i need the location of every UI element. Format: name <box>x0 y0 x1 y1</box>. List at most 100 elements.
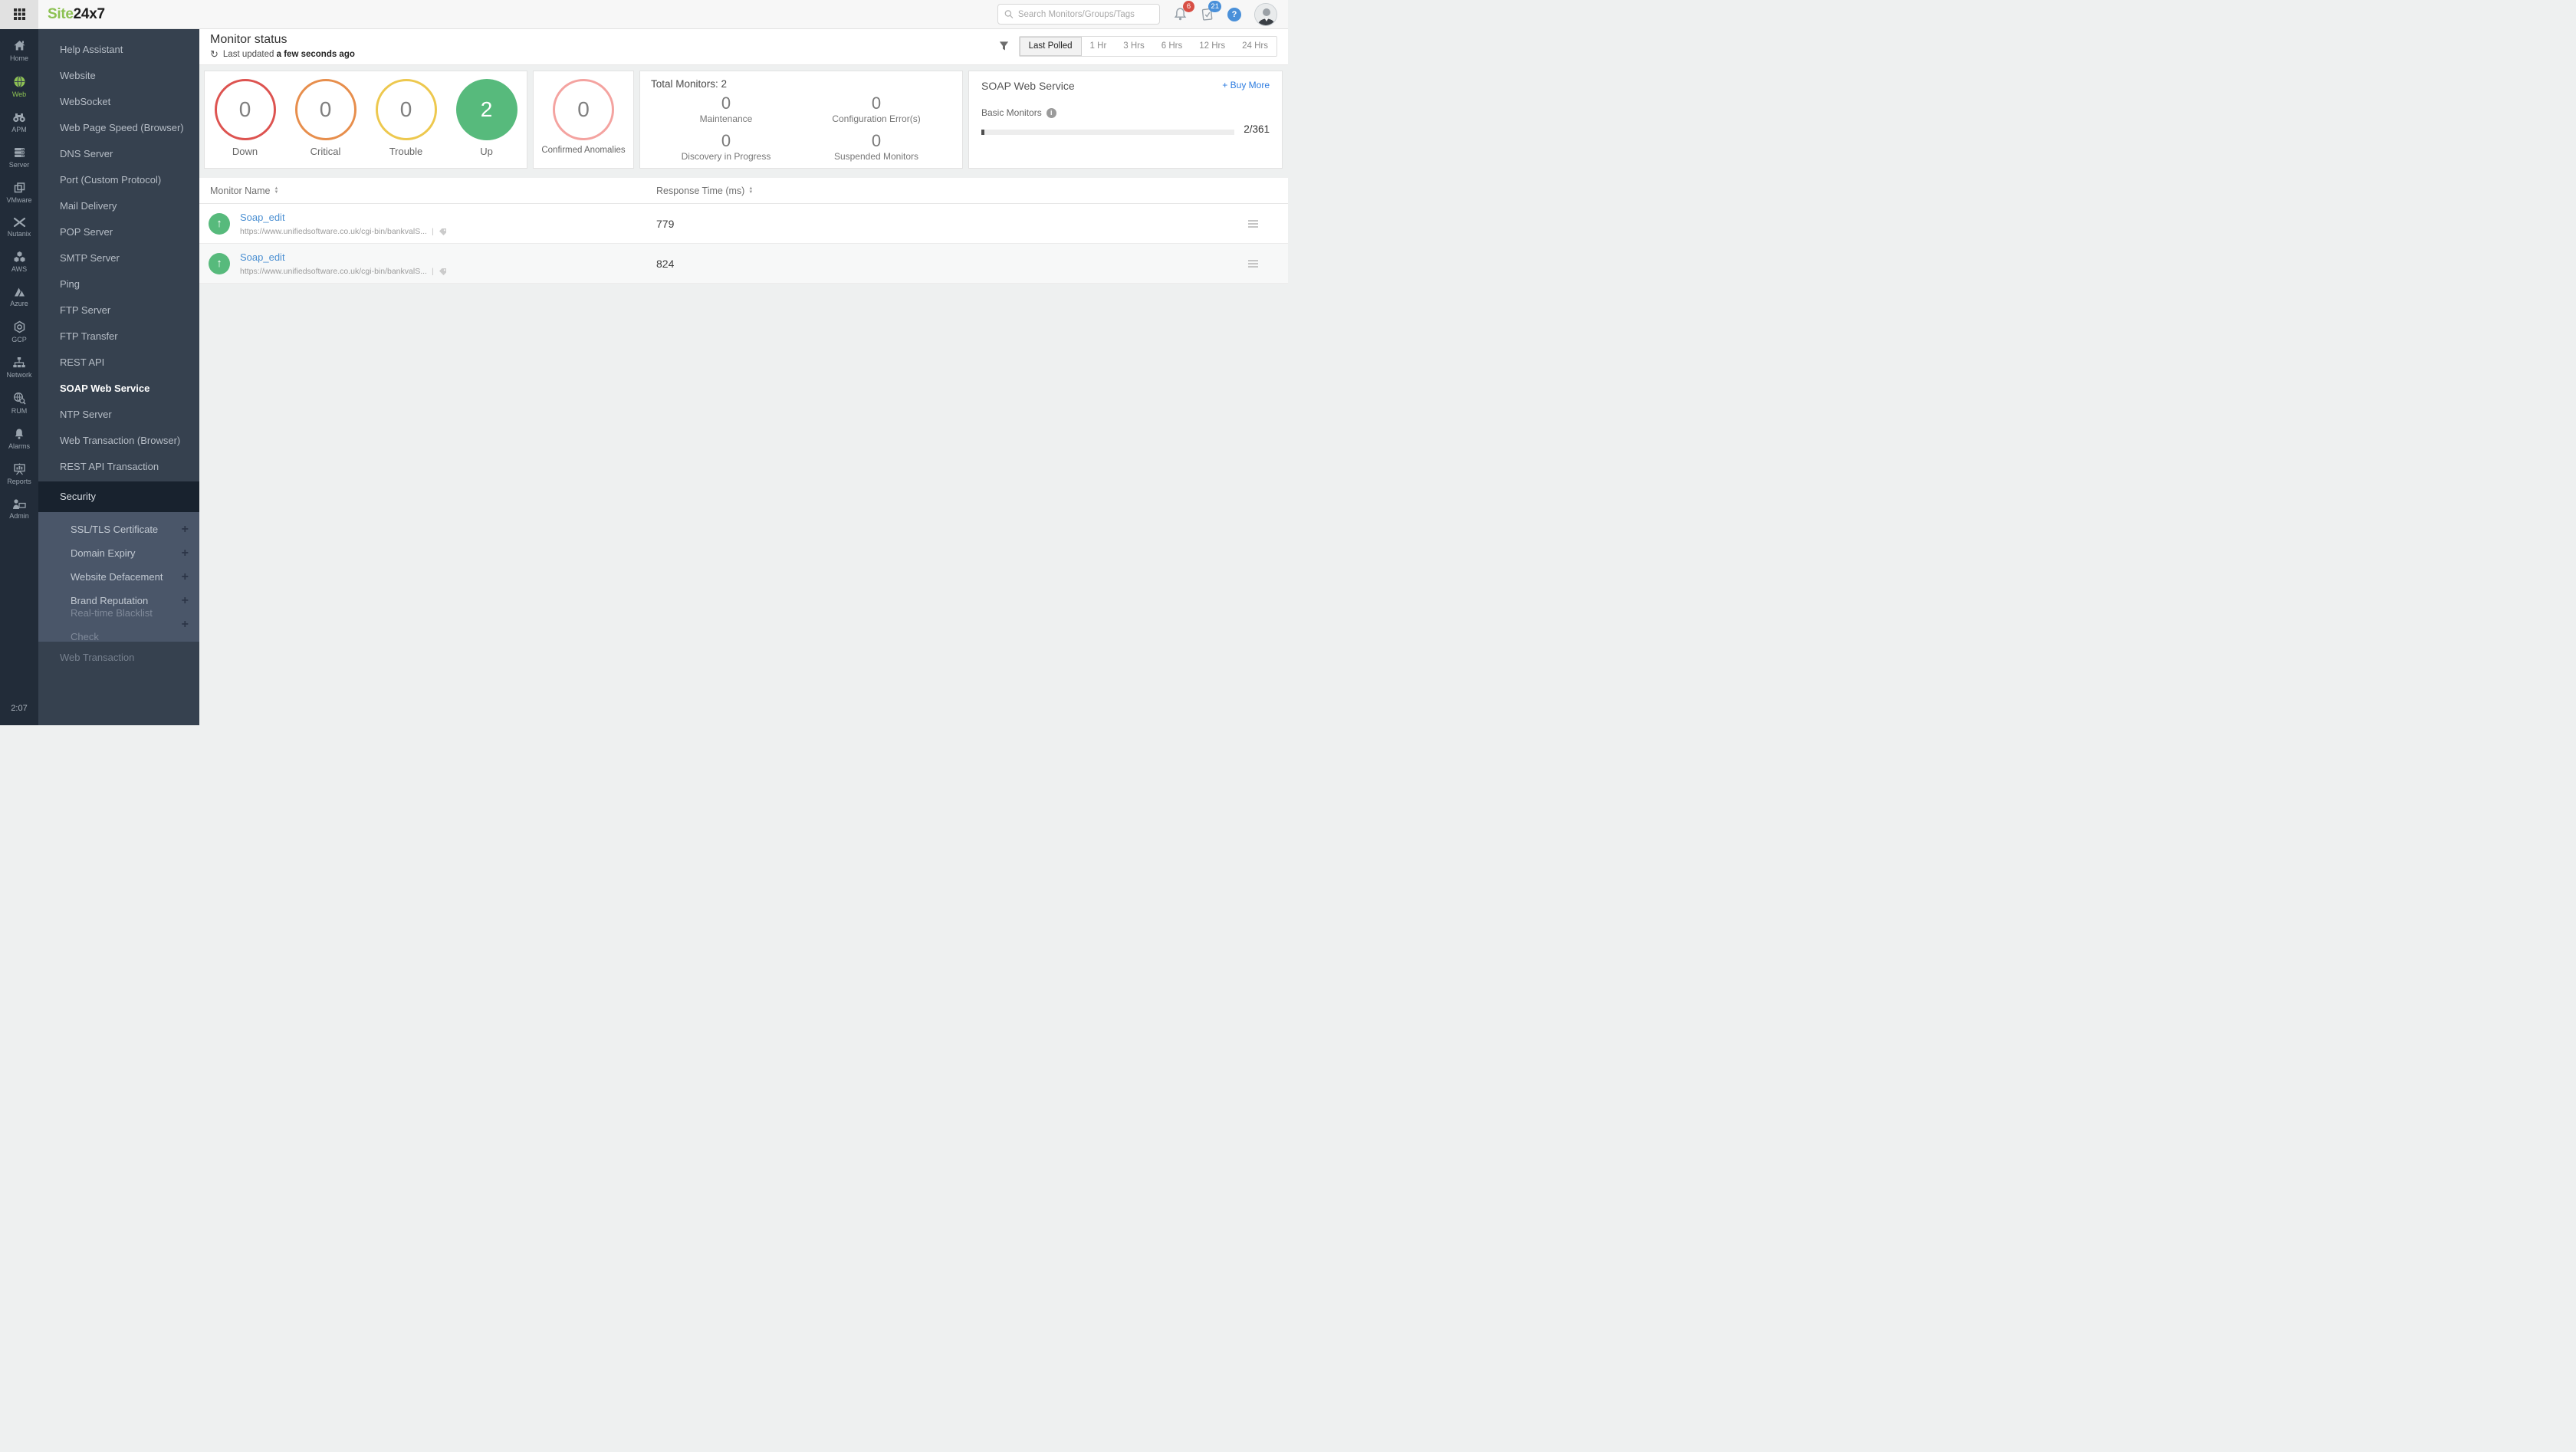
rail-item-aws[interactable]: AWS <box>0 251 38 273</box>
sidebar-item-port[interactable]: Port (Custom Protocol) <box>38 167 199 193</box>
rail-item-network[interactable]: Network <box>0 356 38 379</box>
page-header: Monitor status ↻ Last updated a few seco… <box>199 29 1288 65</box>
table-row: ↑ Soap_edit https://www.unifiedsoftware.… <box>199 204 1288 244</box>
tasks-badge: 21 <box>1208 1 1221 12</box>
help-button[interactable]: ? <box>1227 7 1241 21</box>
filter-icon[interactable] <box>998 40 1010 52</box>
license-title: SOAP Web Service <box>981 80 1075 92</box>
column-monitor-name[interactable]: Monitor Name ▲ ▼ <box>199 186 656 196</box>
monitors-table: Monitor Name ▲ ▼ Response Time (ms) ▲ ▼ ↑ … <box>199 178 1288 284</box>
rail-item-rum[interactable]: RUM <box>0 392 38 415</box>
add-blacklist-check-button[interactable]: + <box>182 613 189 636</box>
nutanix-icon <box>13 217 25 228</box>
sidebar-item-rest-api-transaction[interactable]: REST API Transaction <box>38 454 199 480</box>
tag-icon[interactable] <box>439 228 447 236</box>
rail-item-azure[interactable]: Azure <box>0 286 38 307</box>
add-domain-expiry-button[interactable]: + <box>182 541 189 565</box>
table-row: ↑ Soap_edit https://www.unifiedsoftware.… <box>199 244 1288 284</box>
azure-icon <box>14 287 25 297</box>
sidebar-item-rest-api[interactable]: REST API <box>38 350 199 376</box>
rail-item-gcp[interactable]: GCP <box>0 320 38 343</box>
time-filter-3hrs[interactable]: 3 Hrs <box>1115 37 1152 56</box>
status-critical[interactable]: 0 Critical <box>294 79 356 157</box>
summary-cards: 0 Down 0 Critical 0 Trouble 2 Up 0 Confi… <box>199 65 1288 169</box>
time-filter-last-polled[interactable]: Last Polled <box>1019 36 1082 56</box>
row-actions-menu[interactable] <box>1248 259 1288 268</box>
sidebar-item-web-transaction-browser[interactable]: Web Transaction (Browser) <box>38 428 199 454</box>
monitor-url: https://www.unifiedsoftware.co.uk/cgi-bi… <box>240 267 427 276</box>
tag-icon[interactable] <box>439 268 447 276</box>
module-rail: Home Web APM Server VMware Nutanix AWS A… <box>0 29 38 725</box>
rail-item-apm[interactable]: APM <box>0 111 38 133</box>
sidebar-item-ftp-transfer[interactable]: FTP Transfer <box>38 324 199 350</box>
down-count: 0 <box>214 79 276 140</box>
up-status-icon: ↑ <box>209 212 230 235</box>
reports-icon <box>13 463 25 475</box>
total-monitors-title: Total Monitors: 2 <box>651 78 728 90</box>
buy-more-link[interactable]: + Buy More <box>1222 80 1270 90</box>
rail-item-server[interactable]: Server <box>0 146 38 169</box>
monitor-link[interactable]: Soap_edit <box>240 212 285 223</box>
usage-value: 2/361 <box>1244 123 1270 135</box>
sidebar-item-domain-expiry[interactable]: Domain Expiry + <box>38 541 199 565</box>
alarm-bell-icon <box>15 429 24 439</box>
table-header: Monitor Name ▲ ▼ Response Time (ms) ▲ ▼ <box>199 178 1288 204</box>
rail-item-web[interactable]: Web <box>0 75 38 98</box>
status-trouble[interactable]: 0 Trouble <box>375 79 437 157</box>
sidebar-item-dns-server[interactable]: DNS Server <box>38 141 199 167</box>
rail-item-admin[interactable]: Admin <box>0 498 38 520</box>
sidebar-item-ntp-server[interactable]: NTP Server <box>38 402 199 428</box>
sidebar-item-smtp-server[interactable]: SMTP Server <box>38 245 199 271</box>
network-icon <box>13 357 25 368</box>
rail-item-vmware[interactable]: VMware <box>0 182 38 204</box>
sidebar-section-security[interactable]: Security <box>38 481 199 512</box>
page-title: Monitor status <box>210 33 288 46</box>
rail-item-nutanix[interactable]: Nutanix <box>0 217 38 238</box>
sidebar-item-website-defacement[interactable]: Website Defacement + <box>38 565 199 589</box>
sidebar-item-realtime-blacklist[interactable]: Real-time Blacklist Check + <box>38 607 199 642</box>
sidebar-item-website[interactable]: Website <box>38 63 199 89</box>
add-ssl-monitor-button[interactable]: + <box>182 517 189 541</box>
response-time-value: 824 <box>656 257 675 270</box>
anomalies-card[interactable]: 0 Confirmed Anomalies <box>533 71 634 169</box>
home-icon <box>14 41 25 51</box>
tasks-button[interactable]: 21 <box>1201 1 1221 21</box>
search-input[interactable] <box>1017 9 1153 19</box>
row-actions-menu[interactable] <box>1248 219 1288 228</box>
refresh-icon[interactable]: ↻ <box>210 49 219 59</box>
server-icon <box>14 148 25 157</box>
time-filter-12hrs[interactable]: 12 Hrs <box>1191 37 1234 56</box>
sidebar-item-web-page-speed[interactable]: Web Page Speed (Browser) <box>38 115 199 141</box>
time-filter-24hrs[interactable]: 24 Hrs <box>1234 37 1276 56</box>
column-response-time[interactable]: Response Time (ms) ▲ ▼ <box>656 186 1248 196</box>
time-filter-6hrs[interactable]: 6 Hrs <box>1153 37 1191 56</box>
alerts-button[interactable]: 6 <box>1173 1 1194 21</box>
session-timer: 2:07 <box>11 704 28 713</box>
sidebar-item-ssl-tls-certificate[interactable]: SSL/TLS Certificate + <box>38 517 199 541</box>
add-defacement-button[interactable]: + <box>182 565 189 589</box>
rail-item-reports[interactable]: Reports <box>0 463 38 485</box>
sidebar-item-pop-server[interactable]: POP Server <box>38 219 199 245</box>
app-grid-button[interactable] <box>0 0 38 29</box>
info-icon[interactable]: i <box>1046 107 1056 118</box>
sidebar-item-ping[interactable]: Ping <box>38 271 199 297</box>
rail-item-alarms[interactable]: Alarms <box>0 428 38 450</box>
sidebar-item-ftp-server[interactable]: FTP Server <box>38 297 199 324</box>
sidebar-item-websocket[interactable]: WebSocket <box>38 89 199 115</box>
monitor-link[interactable]: Soap_edit <box>240 251 285 263</box>
anomalies-count: 0 <box>553 79 614 140</box>
add-brand-reputation-button[interactable]: + <box>182 589 189 613</box>
sidebar-item-mail-delivery[interactable]: Mail Delivery <box>38 193 199 219</box>
sidebar-item-help-assistant[interactable]: Help Assistant <box>38 37 199 63</box>
sidebar-item-soap-web-service[interactable]: SOAP Web Service <box>38 376 199 402</box>
license-card: SOAP Web Service + Buy More Basic Monito… <box>968 71 1283 169</box>
status-down[interactable]: 0 Down <box>214 79 276 157</box>
time-filter-1hr[interactable]: 1 Hr <box>1082 37 1116 56</box>
main-content: Monitor status ↻ Last updated a few seco… <box>199 29 1288 725</box>
global-search <box>997 4 1160 25</box>
user-avatar[interactable] <box>1254 2 1277 26</box>
basic-monitors-label: Basic Monitors <box>981 107 1042 118</box>
status-up[interactable]: 2 Up <box>455 79 518 157</box>
rail-item-home[interactable]: Home <box>0 39 38 62</box>
avatar-icon <box>1255 3 1276 25</box>
